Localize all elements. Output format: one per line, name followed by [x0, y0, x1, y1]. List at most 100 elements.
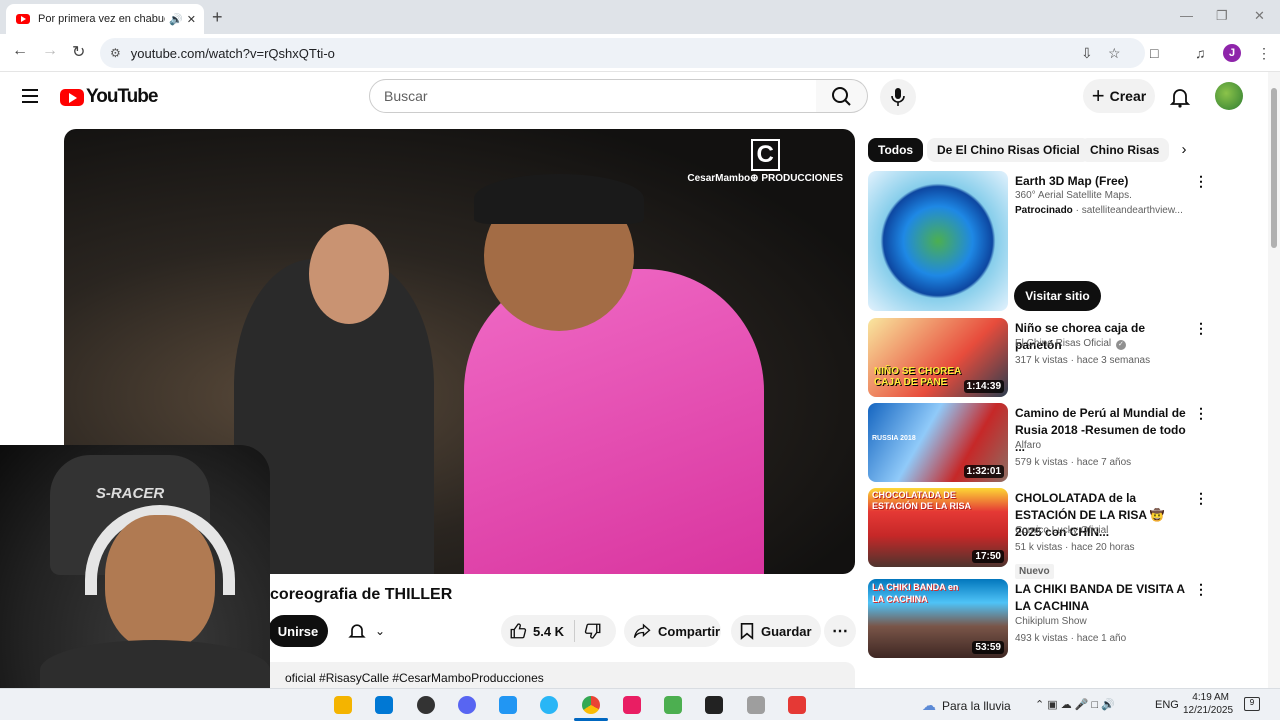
view-stats: 493 k vistas · hace 1 año [1015, 633, 1127, 644]
like-button[interactable]: 5.4 K [501, 620, 576, 642]
language-indicator[interactable]: ENG [1155, 699, 1179, 711]
microsoft-store-icon[interactable] [375, 696, 393, 714]
recommendation-item[interactable]: NIÑO SE CHOREA CAJA DE PANE 1:14:39 Niño… [868, 318, 1208, 398]
epic-games-icon[interactable] [705, 696, 723, 714]
ad-thumbnail[interactable] [868, 171, 1008, 311]
thumbs-down-icon [584, 623, 601, 639]
recommendation-item[interactable]: CHOCOLATADA DE ESTACIÓN DE LA RISA 17:50… [868, 488, 1208, 580]
weather-text: Para la lluvia [942, 698, 1011, 713]
share-button[interactable]: Compartir [624, 615, 721, 647]
video-thumbnail[interactable]: CHOCOLATADA DE ESTACIÓN DE LA RISA 17:50 [868, 488, 1008, 567]
subscription-notification-button[interactable]: ⌄ [336, 615, 396, 647]
notification-center-icon[interactable]: 9 [1244, 697, 1260, 711]
weather-widget[interactable]: ☁ Para la lluvia [922, 697, 1011, 714]
thumbnail-text: NIÑO SE CHOREA CAJA DE PANE [874, 366, 961, 388]
bookmark-icon [740, 622, 754, 640]
recommendation-title[interactable]: LA CHIKI BANDA DE VISITA A LA CACHINA [1015, 581, 1187, 615]
tiktok-icon[interactable] [623, 696, 641, 714]
more-vert-icon[interactable]: ⋮ [1194, 581, 1208, 598]
file-explorer-icon[interactable] [334, 696, 352, 714]
user-avatar[interactable] [1215, 82, 1243, 110]
more-vert-icon[interactable]: ⋮ [1194, 320, 1208, 337]
chip-de-el-chino-risas[interactable]: De El Chino Risas Oficial [927, 138, 1090, 162]
system-tray-icons[interactable]: ⌃ ▣ ☁ 🎤 □ 🔊 [1035, 698, 1115, 711]
youtube-play-icon [60, 88, 84, 106]
channel-name[interactable]: El Chino Risas Oficial [1015, 338, 1111, 349]
duration-badge: 53:59 [972, 641, 1004, 654]
channel-name[interactable]: Chikiplum Show [1015, 616, 1087, 627]
ad-domain: satelliteandearthview... [1081, 205, 1183, 216]
page-scrollbar[interactable] [1268, 72, 1280, 688]
browser-menu-icon[interactable]: ⋮ [1257, 45, 1271, 62]
view-stats: 317 k vistas · hace 3 semanas [1015, 355, 1151, 366]
bookmark-star-icon[interactable]: ☆ [1108, 45, 1121, 62]
browser-tab-strip: Por primera vez en chabuca 🔊 ✕ + — ❐ ✕ [0, 0, 1280, 34]
watermark-logo: C [750, 139, 780, 171]
chrome-icon[interactable] [582, 696, 600, 714]
webcam-overlay: S-RACER [0, 445, 270, 690]
video-thumbnail[interactable]: NIÑO SE CHOREA CAJA DE PANE 1:14:39 [868, 318, 1008, 397]
close-window-icon[interactable]: ✕ [1254, 8, 1265, 24]
search-button[interactable] [816, 79, 868, 113]
install-app-icon[interactable]: ⇩ [1081, 45, 1093, 62]
minecraft-icon[interactable] [664, 696, 682, 714]
join-button[interactable]: Unirse [268, 615, 328, 647]
new-tab-icon[interactable]: + [212, 7, 223, 28]
more-vert-icon[interactable]: ⋮ [1194, 173, 1208, 190]
site-info-icon[interactable]: ⚙ [110, 46, 121, 60]
browser-tab[interactable]: Por primera vez en chabuca 🔊 ✕ [6, 4, 204, 34]
video-thumbnail[interactable]: RUSSIA 2018 1:32:01 [868, 403, 1008, 482]
channel-name[interactable]: Comico Lucky Oficial [1015, 525, 1108, 536]
app-installer-icon[interactable] [499, 696, 517, 714]
recommendation-item[interactable]: RUSSIA 2018 1:32:01 Camino de Perú al Mu… [868, 403, 1208, 483]
ad-title[interactable]: Earth 3D Map (Free) [1015, 173, 1187, 190]
dislike-button[interactable] [575, 622, 602, 640]
tab-audio-icon[interactable]: 🔊 [169, 13, 183, 26]
hamburger-menu-icon[interactable] [22, 89, 38, 103]
ad-subtitle: 360° Aerial Satellite Maps. [1015, 190, 1132, 201]
channel-name[interactable]: Alfaro [1015, 440, 1041, 451]
notifications-bell-icon[interactable] [1168, 85, 1192, 114]
maximize-icon[interactable]: ❐ [1216, 8, 1228, 24]
visit-site-button[interactable]: Visitar sitio [1014, 281, 1101, 311]
minimize-icon[interactable]: — [1180, 8, 1193, 23]
profile-avatar[interactable]: J [1223, 44, 1241, 62]
video-thumbnail[interactable]: LA CHIKI BANDA en LA CACHINA 53:59 [868, 579, 1008, 658]
more-vert-icon[interactable]: ⋮ [1194, 405, 1208, 422]
create-button[interactable]: + Crear [1083, 79, 1155, 113]
tab-close-icon[interactable]: ✕ [187, 13, 196, 26]
video-performer-cap [474, 174, 644, 224]
windows-taskbar: ☁ Para la lluvia ⌃ ▣ ☁ 🎤 □ 🔊 ENG 4:19 AM… [0, 688, 1280, 721]
video-background-face [309, 224, 389, 324]
save-button[interactable]: Guardar [731, 615, 821, 647]
app-icon[interactable] [747, 696, 765, 714]
thumbs-up-icon [510, 623, 527, 639]
obs-icon[interactable] [417, 696, 435, 714]
reload-icon[interactable]: ↻ [72, 42, 85, 62]
verified-check-icon: ✓ [1115, 340, 1126, 350]
more-vert-icon[interactable]: ⋮ [1194, 490, 1208, 507]
duration-badge: 1:14:39 [963, 380, 1004, 393]
chip-chino-risas[interactable]: Chino Risas [1080, 138, 1170, 162]
chevron-right-icon[interactable]: › [1172, 138, 1196, 162]
more-actions-button[interactable]: ⋯ [824, 615, 856, 647]
address-bar[interactable]: ⚙ youtube.com/watch?v=rQshxQTti-o [100, 38, 1145, 68]
chip-todos[interactable]: Todos [868, 138, 924, 162]
microphone-icon [891, 88, 905, 106]
media-control-icon[interactable]: ♫ [1195, 45, 1206, 61]
back-icon[interactable]: ← [12, 42, 28, 60]
view-stats: 51 k vistas · hace 20 horas [1015, 542, 1135, 553]
ad-card[interactable]: Earth 3D Map (Free) 360° Aerial Satellit… [868, 171, 1208, 313]
forward-icon[interactable]: → [42, 42, 58, 60]
logo-text: YouTube [86, 86, 158, 107]
cast-icon[interactable]: □ [1150, 45, 1158, 61]
edge-icon[interactable] [540, 696, 558, 714]
recommendation-item[interactable]: LA CHIKI BANDA en LA CACHINA 53:59 LA CH… [868, 579, 1208, 659]
search-input[interactable]: Buscar [369, 79, 817, 113]
clock[interactable]: 4:19 AM 12/21/2025 [1183, 691, 1233, 717]
voice-search-button[interactable] [880, 79, 916, 115]
scrollbar-thumb[interactable] [1271, 88, 1277, 248]
app-red-icon[interactable] [788, 696, 806, 714]
discord-icon[interactable] [458, 696, 476, 714]
youtube-logo[interactable]: YouTube [60, 86, 158, 108]
